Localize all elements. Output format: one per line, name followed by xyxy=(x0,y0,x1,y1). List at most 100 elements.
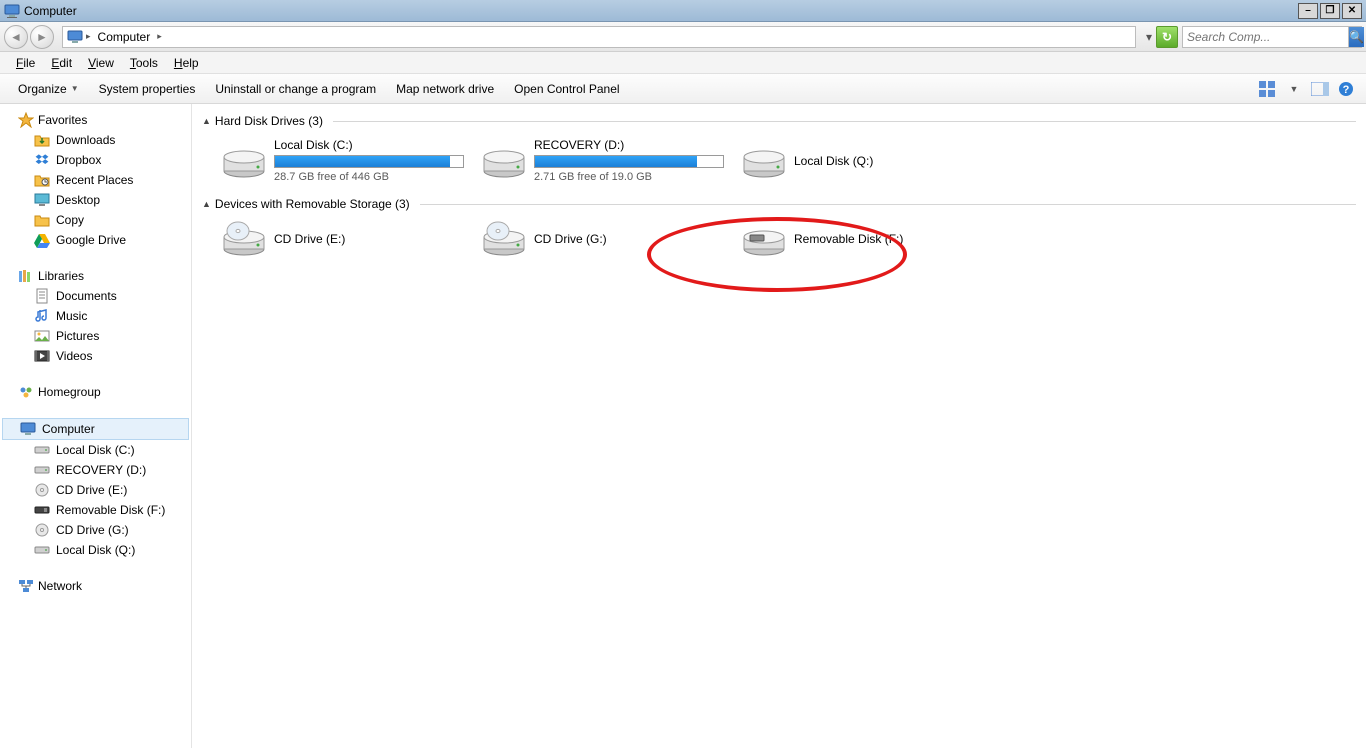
drive-cd-e[interactable]: CD Drive (E:) xyxy=(218,217,468,261)
organize-button[interactable]: Organize▼ xyxy=(8,78,89,100)
sidebar-item-desktop[interactable]: Desktop xyxy=(0,190,191,210)
breadcrumb-dropdown-icon[interactable]: ▸ xyxy=(154,31,165,42)
hdd-drives-row: Local Disk (C:) 28.7 GB free of 446 GB R… xyxy=(202,134,1356,187)
drive-label: Local Disk (C:) xyxy=(274,138,464,152)
sidebar-item-removable-disk-f[interactable]: Removable Disk (F:) xyxy=(0,500,191,520)
sidebar-item-local-disk-q[interactable]: Local Disk (Q:) xyxy=(0,540,191,560)
open-control-panel-button[interactable]: Open Control Panel xyxy=(504,78,629,100)
drive-usage-bar xyxy=(534,155,724,168)
sidebar-item-videos[interactable]: Videos xyxy=(0,346,191,366)
drive-local-q[interactable]: Local Disk (Q:) xyxy=(738,134,988,187)
recent-icon xyxy=(34,172,50,188)
cd-drive-icon xyxy=(482,221,526,257)
cd-drive-icon xyxy=(222,221,266,257)
drive-local-c[interactable]: Local Disk (C:) 28.7 GB free of 446 GB xyxy=(218,134,468,187)
network-icon xyxy=(18,578,34,594)
removable-icon xyxy=(34,502,50,518)
search-input[interactable] xyxy=(1183,30,1348,44)
network-header[interactable]: Network xyxy=(0,576,191,596)
system-properties-button[interactable]: System properties xyxy=(89,78,206,100)
drive-label: RECOVERY (D:) xyxy=(534,138,724,152)
libraries-header[interactable]: Libraries xyxy=(0,266,191,286)
sidebar-item-documents[interactable]: Documents xyxy=(0,286,191,306)
collapse-caret-icon: ▲ xyxy=(202,116,211,126)
window-body: Favorites Downloads Dropbox Recent Place… xyxy=(0,104,1366,748)
favorites-header[interactable]: Favorites xyxy=(0,110,191,130)
removable-drives-row: CD Drive (E:) CD Drive (G:) Removable Di… xyxy=(202,217,1356,261)
computer-icon xyxy=(20,421,36,437)
preview-pane-button[interactable] xyxy=(1308,78,1332,100)
window-title: Computer xyxy=(24,4,1296,18)
change-view-button[interactable] xyxy=(1256,78,1280,100)
drive-removable-f[interactable]: Removable Disk (F:) xyxy=(738,217,988,261)
command-bar: Organize▼ System properties Uninstall or… xyxy=(0,74,1366,104)
network-group: Network xyxy=(0,576,191,596)
change-view-dropdown[interactable]: ▼ xyxy=(1282,78,1306,100)
drive-recovery-d[interactable]: RECOVERY (D:) 2.71 GB free of 19.0 GB xyxy=(478,134,728,187)
folder-icon xyxy=(34,212,50,228)
cd-icon xyxy=(34,482,50,498)
drive-icon xyxy=(34,442,50,458)
sidebar-item-cd-drive-e[interactable]: CD Drive (E:) xyxy=(0,480,191,500)
navigation-pane: Favorites Downloads Dropbox Recent Place… xyxy=(0,104,192,748)
content-pane: ▲ Hard Disk Drives (3) Local Disk (C:) 2… xyxy=(192,104,1366,748)
address-history-dropdown[interactable]: ▾ xyxy=(1142,30,1156,44)
homegroup-icon xyxy=(18,384,34,400)
sidebar-item-recent-places[interactable]: Recent Places xyxy=(0,170,191,190)
music-icon xyxy=(34,308,50,324)
sidebar-item-recovery-d[interactable]: RECOVERY (D:) xyxy=(0,460,191,480)
menu-file[interactable]: File xyxy=(8,54,43,72)
refresh-button[interactable]: ↻ xyxy=(1156,26,1178,48)
menu-help[interactable]: Help xyxy=(166,54,207,72)
close-button[interactable]: ✕ xyxy=(1342,3,1362,19)
breadcrumb-separator-icon: ▸ xyxy=(83,31,94,42)
breadcrumb-location[interactable]: Computer xyxy=(94,30,155,44)
videos-icon xyxy=(34,348,50,364)
star-icon xyxy=(18,112,34,128)
back-button[interactable]: ◄ xyxy=(4,25,28,49)
favorites-group: Favorites Downloads Dropbox Recent Place… xyxy=(0,110,191,250)
drive-icon xyxy=(34,462,50,478)
help-button[interactable]: ? xyxy=(1334,78,1358,100)
sidebar-item-music[interactable]: Music xyxy=(0,306,191,326)
libraries-icon xyxy=(18,268,34,284)
cd-icon xyxy=(34,522,50,538)
hdd-section-header[interactable]: ▲ Hard Disk Drives (3) xyxy=(202,114,1356,128)
desktop-icon xyxy=(34,192,50,208)
sidebar-item-google-drive[interactable]: Google Drive xyxy=(0,230,191,250)
documents-icon xyxy=(34,288,50,304)
collapse-caret-icon: ▲ xyxy=(202,199,211,209)
menu-bar: File Edit View Tools Help xyxy=(0,52,1366,74)
address-bar[interactable]: ▸ Computer ▸ xyxy=(62,26,1136,48)
search-box[interactable]: 🔍 xyxy=(1182,26,1362,48)
homegroup-header[interactable]: Homegroup xyxy=(0,382,191,402)
sidebar-item-local-disk-c[interactable]: Local Disk (C:) xyxy=(0,440,191,460)
uninstall-program-button[interactable]: Uninstall or change a program xyxy=(205,78,386,100)
forward-button[interactable]: ► xyxy=(30,25,54,49)
pictures-icon xyxy=(34,328,50,344)
removable-drive-icon xyxy=(742,221,786,257)
minimize-button[interactable]: – xyxy=(1298,3,1318,19)
dropbox-icon xyxy=(34,152,50,168)
drive-icon xyxy=(34,542,50,558)
svg-text:?: ? xyxy=(1343,84,1350,96)
title-bar: Computer – ❐ ✕ xyxy=(0,0,1366,22)
sidebar-item-cd-drive-g[interactable]: CD Drive (G:) xyxy=(0,520,191,540)
menu-tools[interactable]: Tools xyxy=(122,54,166,72)
menu-view[interactable]: View xyxy=(80,54,122,72)
google-drive-icon xyxy=(34,232,50,248)
homegroup-group: Homegroup xyxy=(0,382,191,402)
drive-label: Local Disk (Q:) xyxy=(794,154,984,168)
sidebar-item-pictures[interactable]: Pictures xyxy=(0,326,191,346)
search-button[interactable]: 🔍 xyxy=(1348,27,1364,47)
maximize-button[interactable]: ❐ xyxy=(1320,3,1340,19)
map-network-drive-button[interactable]: Map network drive xyxy=(386,78,504,100)
removable-section-header[interactable]: ▲ Devices with Removable Storage (3) xyxy=(202,197,1356,211)
drive-label: CD Drive (E:) xyxy=(274,232,464,246)
sidebar-item-dropbox[interactable]: Dropbox xyxy=(0,150,191,170)
menu-edit[interactable]: Edit xyxy=(43,54,80,72)
sidebar-item-downloads[interactable]: Downloads xyxy=(0,130,191,150)
drive-cd-g[interactable]: CD Drive (G:) xyxy=(478,217,728,261)
sidebar-item-copy[interactable]: Copy xyxy=(0,210,191,230)
computer-header[interactable]: Computer xyxy=(2,418,189,440)
